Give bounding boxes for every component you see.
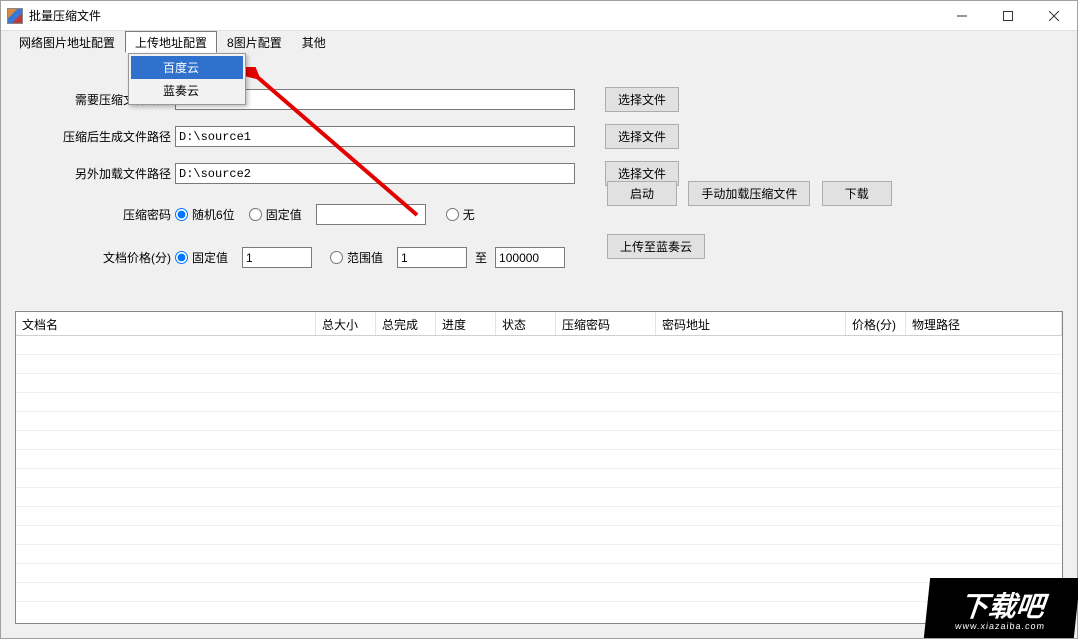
label-doc-price: 文档价格(分) [49,249,175,266]
col-docname[interactable]: 文档名 [16,312,316,335]
input-price-range-to[interactable] [495,247,565,268]
col-progress[interactable]: 进度 [436,312,496,335]
grid-empty-row [16,564,1062,583]
watermark-main: 下载吧 [958,585,1046,625]
maximize-button[interactable] [985,1,1031,31]
radio-pw-fixed[interactable]: 固定值 [249,206,302,223]
watermark-sub: www.xiazaiba.com [955,621,1046,631]
grid-empty-row [16,488,1062,507]
radio-pw-none-input[interactable] [446,208,459,221]
radio-price-fixed[interactable]: 固定值 [175,249,228,266]
grid-empty-row [16,355,1062,374]
grid-empty-row [16,545,1062,564]
col-price[interactable]: 价格(分) [846,312,906,335]
col-pwurl[interactable]: 密码地址 [656,312,846,335]
input-price-fixed[interactable] [242,247,312,268]
file-grid[interactable]: 文档名 总大小 总完成 进度 状态 压缩密码 密码地址 价格(分) 物理路径 [15,311,1063,624]
grid-empty-row [16,431,1062,450]
grid-body [16,336,1062,623]
grid-empty-row [16,412,1062,431]
col-zippw[interactable]: 压缩密码 [556,312,656,335]
upload-lanzou-button[interactable]: 上传至蓝奏云 [607,234,705,259]
radio-price-range[interactable]: 范围值 [330,249,383,266]
choose-source-button[interactable]: 选择文件 [605,87,679,112]
menu-net-image-config[interactable]: 网络图片地址配置 [9,31,125,53]
input-pw-fixed[interactable] [316,204,426,225]
label-output-path: 压缩后生成文件路径 [49,128,175,145]
radio-pw-random-input[interactable] [175,208,188,221]
grid-header: 文档名 总大小 总完成 进度 状态 压缩密码 密码地址 价格(分) 物理路径 [16,312,1062,336]
input-extra-path[interactable] [175,163,575,184]
col-status[interactable]: 状态 [496,312,556,335]
window-title: 批量压缩文件 [29,7,101,24]
grid-empty-row [16,374,1062,393]
radio-pw-none[interactable]: 无 [446,206,475,223]
minimize-button[interactable] [939,1,985,31]
label-range-to: 至 [475,249,487,266]
grid-empty-row [16,583,1062,602]
app-window: 批量压缩文件 网络图片地址配置 上传地址配置 8图片配置 其他 百度云 蓝奏云 [0,0,1078,639]
manual-load-button[interactable]: 手动加载压缩文件 [688,181,810,206]
col-totaldone[interactable]: 总完成 [376,312,436,335]
input-output-path[interactable] [175,126,575,147]
grid-empty-row [16,526,1062,545]
grid-empty-row [16,469,1062,488]
col-totalsize[interactable]: 总大小 [316,312,376,335]
grid-empty-row [16,393,1062,412]
app-icon [7,8,23,24]
upload-config-dropdown: 百度云 蓝奏云 [128,53,246,105]
choose-output-button[interactable]: 选择文件 [605,124,679,149]
menu-8img-config[interactable]: 8图片配置 [217,31,292,53]
radio-pw-fixed-input[interactable] [249,208,262,221]
menubar: 网络图片地址配置 上传地址配置 8图片配置 其他 [1,31,1077,53]
grid-empty-row [16,336,1062,355]
grid-empty-row [16,507,1062,526]
start-button[interactable]: 启动 [607,181,677,206]
titlebar: 批量压缩文件 [1,1,1077,31]
input-price-range-from[interactable] [397,247,467,268]
menu-other[interactable]: 其他 [292,31,336,53]
radio-price-range-input[interactable] [330,251,343,264]
radio-price-fixed-input[interactable] [175,251,188,264]
radio-pw-random[interactable]: 随机6位 [175,206,235,223]
dropdown-item-baidu[interactable]: 百度云 [131,56,243,79]
watermark: 下载吧 www.xiazaiba.com [924,578,1078,638]
close-button[interactable] [1031,1,1077,31]
grid-empty-row [16,450,1062,469]
col-physpath[interactable]: 物理路径 [906,312,1062,335]
label-compress-pw: 压缩密码 [49,206,175,223]
menu-upload-config[interactable]: 上传地址配置 [125,31,217,53]
download-button[interactable]: 下载 [822,181,892,206]
dropdown-item-lanzou[interactable]: 蓝奏云 [131,79,243,102]
label-extra-path: 另外加载文件路径 [49,165,175,182]
